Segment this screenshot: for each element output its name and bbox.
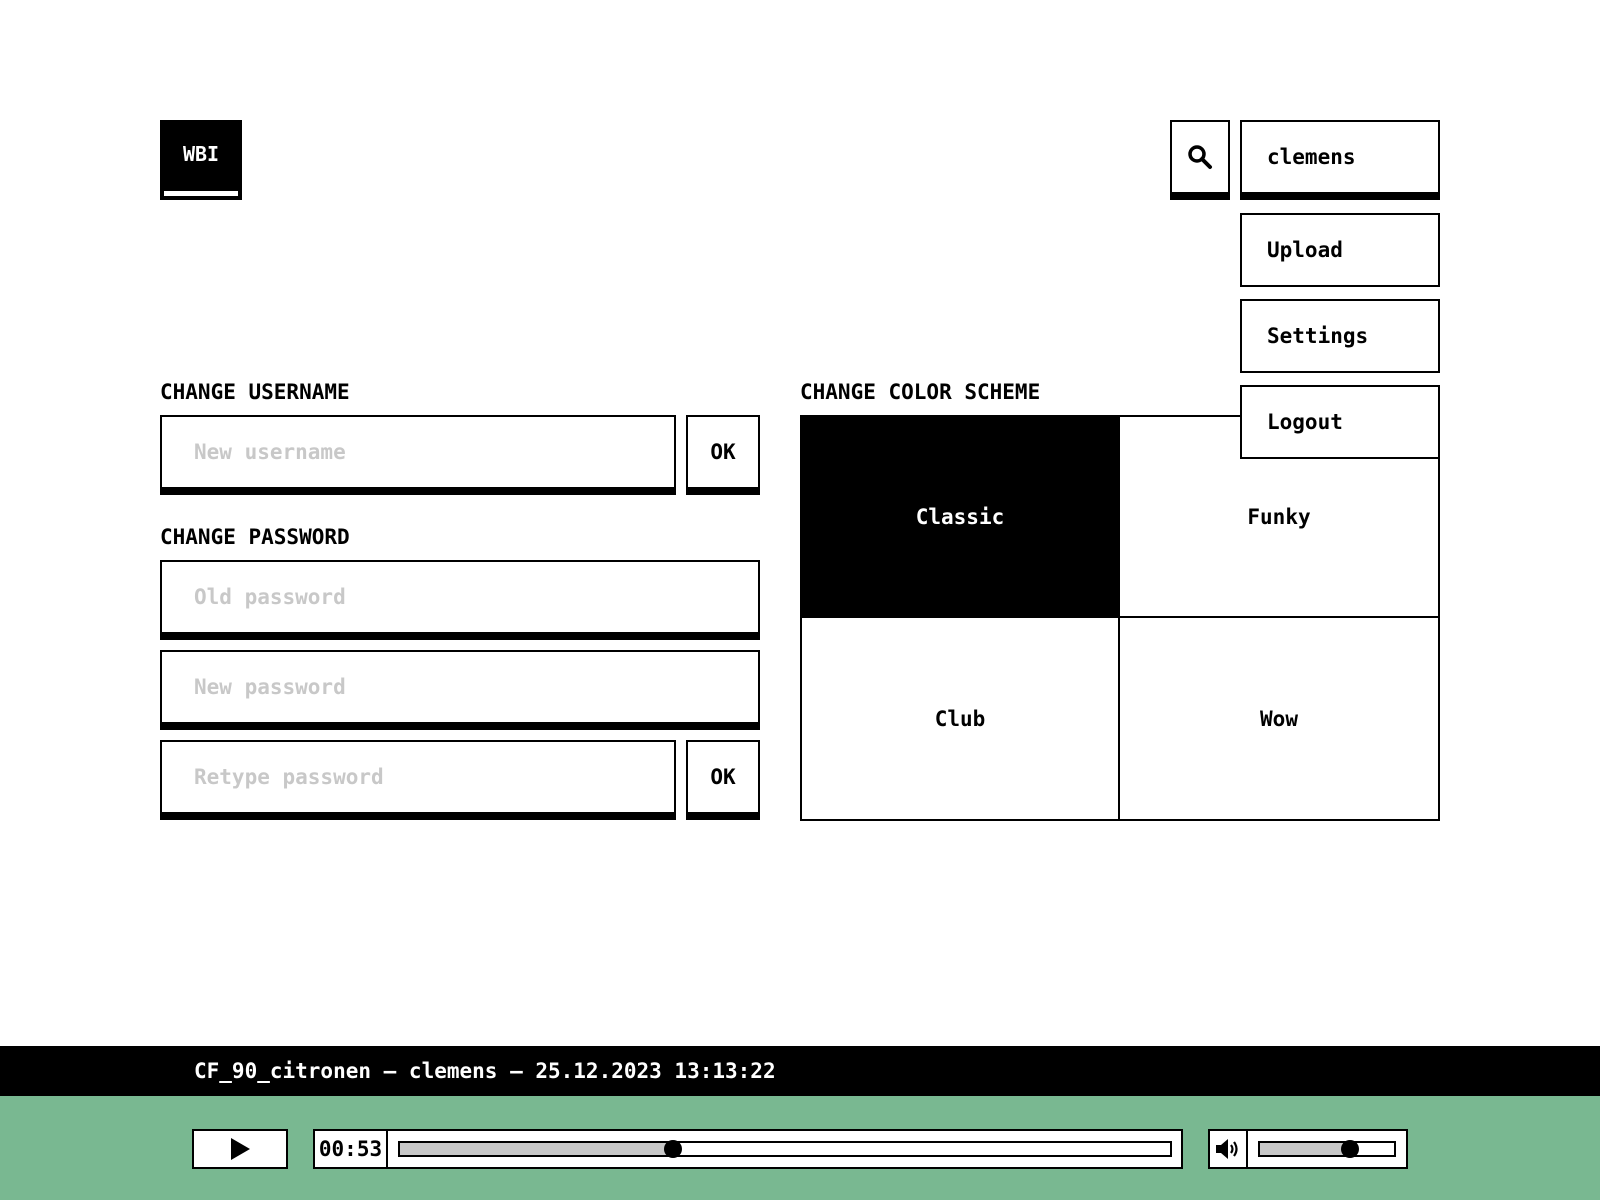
volume-slider[interactable] bbox=[1258, 1140, 1396, 1158]
username-ok-button[interactable]: OK bbox=[686, 415, 760, 495]
seek-fill bbox=[400, 1143, 674, 1155]
volume-icon bbox=[1216, 1139, 1238, 1159]
volume-fill bbox=[1260, 1143, 1350, 1155]
scheme-option-label: Wow bbox=[1260, 706, 1298, 731]
seek-control: 00:53 bbox=[313, 1129, 1183, 1169]
retype-password-field[interactable] bbox=[160, 740, 676, 820]
mute-button[interactable] bbox=[1210, 1131, 1248, 1167]
menu-item-label: Settings bbox=[1267, 324, 1369, 348]
new-username-input[interactable] bbox=[162, 417, 674, 487]
change-password-title: CHANGE PASSWORD bbox=[160, 525, 350, 549]
scheme-option-label: Classic bbox=[915, 504, 1005, 529]
logo[interactable]: WBI bbox=[160, 120, 242, 200]
menu-item-logout[interactable]: Logout bbox=[1240, 385, 1440, 459]
search-icon bbox=[1188, 145, 1212, 169]
menu-item-label: Upload bbox=[1267, 238, 1343, 262]
scheme-option-label: Funky bbox=[1247, 504, 1311, 529]
play-button[interactable] bbox=[192, 1129, 288, 1169]
volume-control bbox=[1208, 1129, 1408, 1169]
current-time: 00:53 bbox=[315, 1131, 388, 1167]
new-password-field[interactable] bbox=[160, 650, 760, 730]
menu-item-label: Logout bbox=[1267, 410, 1343, 434]
retype-password-input[interactable] bbox=[162, 742, 674, 812]
scheme-option-classic[interactable]: Classic bbox=[802, 417, 1120, 618]
now-playing-bar: CF_90_citronen – clemens – 25.12.2023 13… bbox=[0, 1046, 1600, 1096]
menu-item-upload[interactable]: Upload bbox=[1240, 213, 1440, 287]
play-icon bbox=[231, 1138, 250, 1160]
audio-player: 00:53 bbox=[0, 1096, 1600, 1200]
username-label: clemens bbox=[1267, 145, 1356, 169]
color-scheme-grid: Classic Funky Club Wow bbox=[800, 415, 1440, 821]
seek-thumb[interactable] bbox=[664, 1140, 683, 1158]
search-button[interactable] bbox=[1170, 120, 1230, 200]
new-password-input[interactable] bbox=[162, 652, 758, 722]
seek-slider[interactable] bbox=[398, 1140, 1172, 1158]
change-username-title: CHANGE USERNAME bbox=[160, 380, 350, 404]
menu-item-settings[interactable]: Settings bbox=[1240, 299, 1440, 373]
scheme-option-club[interactable]: Club bbox=[802, 618, 1120, 819]
change-color-scheme-title: CHANGE COLOR SCHEME bbox=[800, 380, 1041, 404]
old-password-field[interactable] bbox=[160, 560, 760, 640]
scheme-option-wow[interactable]: Wow bbox=[1120, 618, 1438, 819]
password-ok-button[interactable]: OK bbox=[686, 740, 760, 820]
now-playing-text: CF_90_citronen – clemens – 25.12.2023 13… bbox=[194, 1059, 776, 1083]
volume-thumb[interactable] bbox=[1340, 1140, 1359, 1158]
old-password-input[interactable] bbox=[162, 562, 758, 632]
user-menu-button[interactable]: clemens bbox=[1240, 120, 1440, 200]
scheme-option-label: Club bbox=[934, 706, 986, 731]
new-username-field[interactable] bbox=[160, 415, 676, 495]
